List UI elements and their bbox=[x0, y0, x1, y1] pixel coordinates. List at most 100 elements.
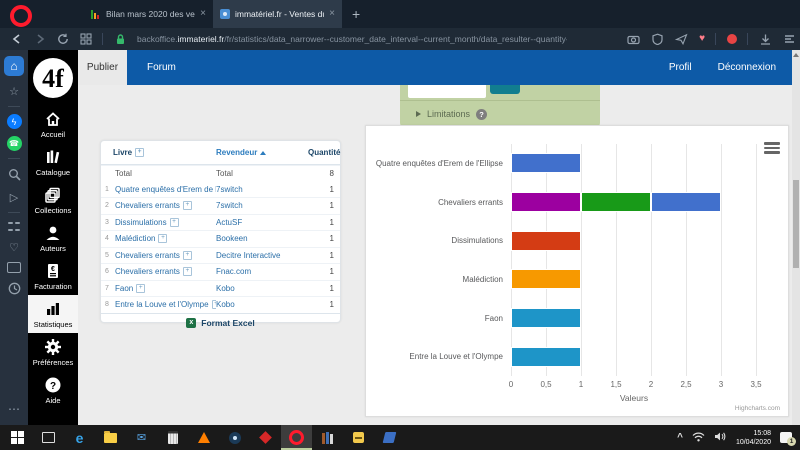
expand-icon[interactable] bbox=[183, 251, 192, 260]
browser-tab[interactable]: immatériel.fr - Ventes du mois× bbox=[213, 0, 342, 28]
page-scrollbar[interactable] bbox=[792, 50, 800, 425]
taskbar-notes-app-icon[interactable] bbox=[343, 425, 374, 450]
bar-segment[interactable] bbox=[511, 153, 581, 173]
reseller-link[interactable]: Decitre Interactive bbox=[216, 251, 308, 260]
badge-shield-icon[interactable] bbox=[651, 33, 664, 45]
tab-publier[interactable]: Publier bbox=[78, 50, 127, 85]
send-to-flow-icon[interactable] bbox=[675, 33, 688, 45]
bar-segment[interactable] bbox=[511, 231, 581, 251]
panel-input[interactable] bbox=[408, 85, 486, 98]
bar-segment[interactable] bbox=[511, 192, 581, 212]
scroll-up-icon[interactable] bbox=[793, 53, 799, 57]
home-icon[interactable]: ⌂ bbox=[4, 56, 24, 76]
whatsapp-icon[interactable]: ☎ bbox=[7, 136, 22, 151]
sidebar-item-auteurs[interactable]: Auteurs bbox=[28, 219, 78, 257]
bar-segment[interactable] bbox=[511, 269, 581, 289]
tab-close-icon[interactable]: × bbox=[200, 9, 206, 19]
profile-link[interactable]: Profil bbox=[669, 62, 692, 73]
snapshot-camera-icon[interactable] bbox=[627, 33, 640, 45]
book-link[interactable]: Chevaliers errants bbox=[115, 201, 180, 210]
download-icon[interactable] bbox=[759, 33, 772, 45]
extension-icon[interactable] bbox=[727, 34, 737, 44]
chart-credits[interactable]: Highcharts.com bbox=[735, 405, 780, 412]
taskbar-mail-icon[interactable]: ✉ bbox=[126, 425, 157, 450]
sidebar-item-accueil[interactable]: Accueil bbox=[28, 105, 78, 143]
bookmark-heart-icon[interactable]: ♥ bbox=[699, 34, 705, 44]
chart-menu-icon[interactable] bbox=[764, 142, 780, 156]
tab-close-icon[interactable]: × bbox=[329, 9, 335, 19]
reseller-link[interactable]: ActuSF bbox=[216, 218, 308, 227]
taskbar-edge-icon[interactable]: e bbox=[64, 425, 95, 450]
history-clock-icon[interactable] bbox=[6, 280, 22, 296]
new-tab-button[interactable]: + bbox=[352, 6, 360, 22]
taskbar-document-app-icon[interactable] bbox=[374, 425, 405, 450]
book-link[interactable]: Dissimulations bbox=[115, 218, 167, 227]
tray-expand-icon[interactable]: ^ bbox=[677, 432, 683, 443]
reseller-link[interactable]: Fnac.com bbox=[216, 267, 308, 276]
book-link[interactable]: Chevaliers errants bbox=[115, 267, 180, 276]
taskbar-steam-icon[interactable] bbox=[219, 425, 250, 450]
excel-export-link[interactable]: Format Excel bbox=[201, 318, 254, 328]
browser-tab[interactable]: Bilan mars 2020 des ventes× bbox=[84, 0, 213, 28]
taskbar-media-app-icon[interactable] bbox=[250, 425, 281, 450]
book-link[interactable]: Chevaliers errants bbox=[115, 251, 180, 260]
volume-icon[interactable] bbox=[714, 429, 727, 447]
bar-segment[interactable] bbox=[651, 192, 721, 212]
more-options-icon[interactable]: ⋯ bbox=[6, 401, 22, 417]
reseller-link[interactable]: Kobo bbox=[216, 284, 308, 293]
sidebar-item-catalogue[interactable]: Catalogue bbox=[28, 143, 78, 181]
my-flow-icon[interactable]: ▷ bbox=[6, 189, 22, 205]
notification-icon[interactable]: 1 bbox=[780, 432, 792, 443]
forward-icon[interactable] bbox=[34, 33, 46, 45]
expand-icon[interactable] bbox=[170, 218, 179, 227]
expand-icon[interactable] bbox=[135, 148, 144, 157]
book-link[interactable]: Malédiction bbox=[115, 234, 155, 243]
column-header-book[interactable]: Livre bbox=[105, 148, 216, 157]
scrollbar-thumb[interactable] bbox=[793, 180, 799, 268]
bar-segment[interactable] bbox=[581, 192, 651, 212]
reseller-link[interactable]: Kobo bbox=[216, 300, 308, 309]
bar-segment[interactable] bbox=[511, 308, 581, 328]
sidebar-item-facturation[interactable]: €Facturation bbox=[28, 257, 78, 295]
back-icon[interactable] bbox=[11, 33, 23, 45]
taskbar-calculator-icon[interactable] bbox=[157, 425, 188, 450]
reseller-link[interactable]: 7switch bbox=[216, 185, 308, 194]
immateriel-logo[interactable]: 4f bbox=[32, 57, 74, 99]
reseller-link[interactable]: Bookeen bbox=[216, 234, 308, 243]
messenger-icon[interactable]: ϟ bbox=[7, 114, 22, 129]
book-link[interactable]: Quatre enquêtes d'Erem de l'Ellipse bbox=[115, 185, 216, 194]
column-header-quantity[interactable]: Quantité bbox=[308, 148, 340, 157]
panel-accent-button[interactable] bbox=[490, 85, 520, 94]
url-text[interactable]: backoffice.immateriel.fr/fr/statistics/d… bbox=[137, 34, 567, 44]
expand-icon[interactable] bbox=[158, 234, 167, 243]
extensions-grid-icon[interactable] bbox=[8, 220, 20, 232]
sidebar-item-preferences[interactable]: Préférences bbox=[28, 333, 78, 371]
expand-icon[interactable] bbox=[183, 267, 192, 276]
sidebar-panels-icon[interactable] bbox=[783, 33, 796, 45]
wallet-icon[interactable] bbox=[7, 262, 21, 273]
book-link[interactable]: Faon bbox=[115, 284, 133, 293]
clock[interactable]: 15:08 10/04/2020 bbox=[736, 429, 771, 447]
taskbar-start-icon[interactable] bbox=[2, 425, 33, 450]
favorites-heart-icon[interactable]: ♡ bbox=[6, 239, 22, 255]
taskbar-vlc-icon[interactable] bbox=[188, 425, 219, 450]
taskbar-file-explorer-icon[interactable] bbox=[95, 425, 126, 450]
opera-logo-icon[interactable] bbox=[10, 5, 32, 27]
taskbar-opera-icon[interactable] bbox=[281, 425, 312, 450]
tab-tiles-icon[interactable] bbox=[80, 33, 92, 45]
bar-segment[interactable] bbox=[511, 347, 581, 367]
sidebar-item-collections[interactable]: Collections bbox=[28, 181, 78, 219]
wifi-icon[interactable] bbox=[692, 429, 705, 447]
logout-link[interactable]: Déconnexion bbox=[718, 62, 776, 73]
expand-icon[interactable] bbox=[136, 284, 145, 293]
help-icon[interactable] bbox=[476, 109, 487, 120]
speed-dial-icon[interactable]: ☆ bbox=[6, 83, 22, 99]
secure-lock-icon[interactable] bbox=[114, 33, 127, 45]
reload-icon[interactable] bbox=[57, 33, 69, 45]
expand-icon[interactable] bbox=[183, 201, 192, 210]
search-icon[interactable] bbox=[6, 166, 22, 182]
sidebar-item-statistiques[interactable]: Statistiques bbox=[28, 295, 78, 333]
taskbar-task-view-icon[interactable] bbox=[33, 425, 64, 450]
tab-forum[interactable]: Forum bbox=[137, 62, 186, 73]
book-link[interactable]: Entre la Louve et l'Olympe bbox=[115, 300, 209, 309]
